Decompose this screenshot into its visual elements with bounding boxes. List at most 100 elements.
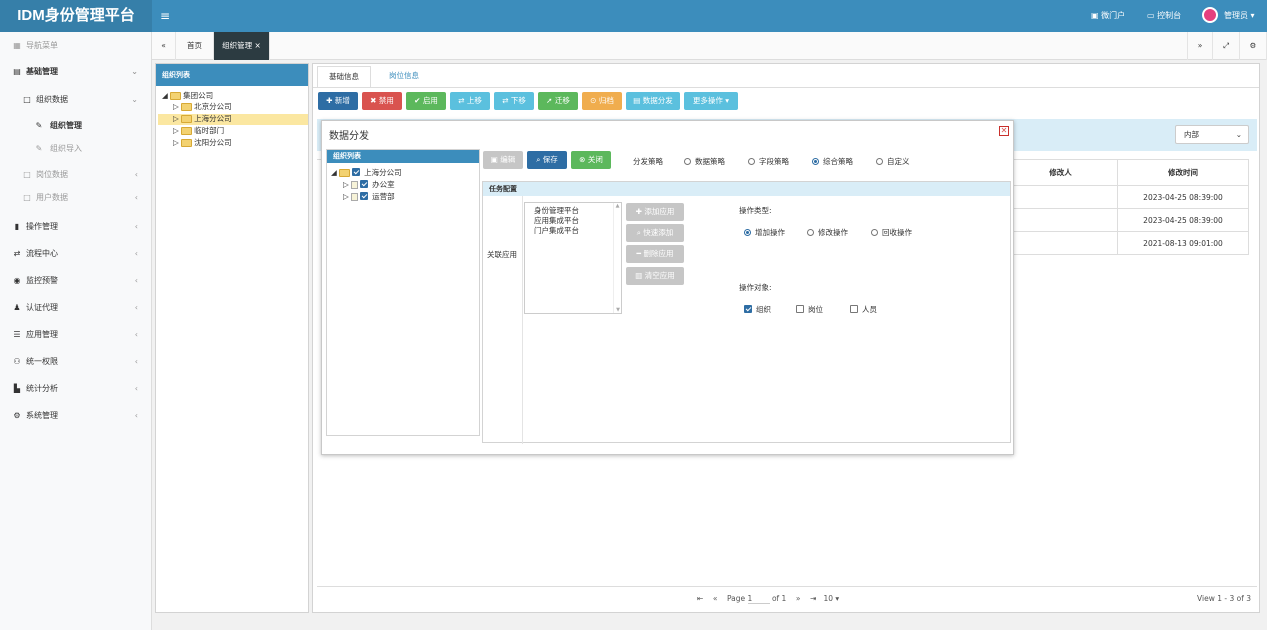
tree-node-root[interactable]: ◢ 上海分公司 (331, 168, 402, 178)
sidebar-item-org-import[interactable]: ✎ 组织导入 (0, 137, 152, 161)
folder-icon (181, 103, 193, 111)
sidebar-item-statistics[interactable]: ▙ 统计分析 ‹ (0, 377, 152, 401)
enable-button[interactable]: ✔ 启用 (406, 92, 446, 110)
sidebar-item-monitor[interactable]: ◉ 监控预警 ‹ (0, 269, 152, 293)
view-count: View 1 - 3 of 3 (1197, 594, 1251, 603)
sidebar-item-operation[interactable]: ▮ 操作管理 ‹ (0, 215, 152, 239)
fullscreen-icon[interactable]: ⤢ (1213, 32, 1240, 60)
sidebar-item-post-data[interactable]: □ 岗位数据 ‹ (0, 163, 152, 187)
sidebar-item-workflow[interactable]: ⇄ 流程中心 ‹ (0, 242, 152, 266)
delete-app-button[interactable]: ━ 删除应用 (626, 245, 684, 263)
sidebar-item-org-manage[interactable]: ✎ 组织管理 (0, 114, 152, 138)
table-cell: 2023-04-25 08:39:00 (1117, 186, 1249, 209)
page-size-select[interactable]: 10 ▾ (823, 594, 839, 603)
card-icon: ▤ (13, 67, 21, 76)
list-item[interactable]: 身份管理平台 (534, 206, 579, 216)
tab-basic-info[interactable]: 基础信息 (317, 66, 371, 88)
portal-icon: ▣ (1091, 11, 1099, 20)
list-item[interactable]: 门户集成平台 (534, 226, 579, 236)
brand-logo: IDM身份管理平台 (0, 0, 152, 32)
checkbox[interactable] (360, 192, 369, 200)
page-input[interactable]: 1 (747, 594, 770, 604)
next-page-icon[interactable]: » (796, 594, 801, 603)
avatar[interactable] (1202, 7, 1218, 23)
add-app-button[interactable]: ✚ 添加应用 (626, 203, 684, 221)
tab-post-info[interactable]: 岗位信息 (377, 66, 431, 88)
op-modify-radio[interactable]: 修改操作 (807, 227, 848, 238)
disable-button[interactable]: ✖ 禁用 (362, 92, 402, 110)
list-item[interactable]: 应用集成平台 (534, 216, 579, 226)
migrate-button[interactable]: ➚ 迁移 (538, 92, 578, 110)
tree-node[interactable]: ▷ 北京分公司 (173, 102, 232, 112)
task-config-section: 任务配置 关联应用 身份管理平台 应用集成平台 门户集成平台 ▲ ▼ ✚ 添加应用… (482, 181, 1011, 444)
last-page-icon[interactable]: ⇥ (810, 594, 816, 603)
add-button[interactable]: ✚ 新增 (318, 92, 358, 110)
close-icon[interactable]: ✕ (999, 126, 1009, 136)
sidebar: ▦ 导航菜单 ▤ 基础管理 ⌄ □ 组织数据 ⌄ ✎ 组织管理 ✎ 组织导入 □ 岗位数据 ‹ □… (0, 32, 152, 630)
column-header-modified-time[interactable]: 修改时间 (1117, 160, 1249, 186)
tab-home[interactable]: 首页 (176, 32, 214, 60)
tree-node[interactable]: ▷ 临时部门 (173, 126, 224, 136)
console-label: 控制台 (1157, 11, 1182, 20)
sidebar-item-org-data[interactable]: □ 组织数据 ⌄ (0, 88, 152, 112)
sidebar-item-system[interactable]: ⚙ 系统管理 ‹ (0, 404, 152, 428)
dialog-org-panel: 组织列表 ◢ 上海分公司 ▷ 办公室 ▷ 运营部 (326, 149, 480, 436)
table-cell: 2021-08-13 09:01:00 (1117, 232, 1249, 255)
clear-app-button[interactable]: ▥ 清空应用 (626, 267, 684, 285)
move-down-button[interactable]: ⇄ 下移 (494, 92, 534, 110)
filter-select[interactable]: 内部 ⌄ (1175, 125, 1249, 144)
move-up-button[interactable]: ⇄ 上移 (450, 92, 490, 110)
page-label: Page (726, 594, 746, 603)
strategy-custom-radio[interactable]: 自定义 (876, 156, 910, 167)
sidebar-item-basic[interactable]: ▤ 基础管理 ⌄ (0, 60, 152, 84)
book-icon: ▮ (14, 222, 20, 231)
tab-divider (313, 87, 1259, 88)
sidebar-item-auth-proxy[interactable]: ♟ 认证代理 ‹ (0, 296, 152, 320)
op-recycle-radio[interactable]: 回收操作 (871, 227, 912, 238)
folder-icon (181, 139, 193, 147)
tree-node-root[interactable]: ◢ 集团公司 (162, 91, 213, 101)
portal-link[interactable]: ▣ 微门户 (1091, 10, 1125, 21)
strategy-data-radio[interactable]: 数据策略 (684, 156, 725, 167)
quick-add-button[interactable]: ⌕ 快速添加 (626, 224, 684, 242)
edit-button[interactable]: ▣ 编辑 (483, 151, 523, 169)
op-add-radio[interactable]: 增加操作 (744, 227, 785, 238)
hamburger-icon[interactable]: ≡ (160, 9, 170, 23)
tree-node[interactable]: ▷ 办公室 (343, 180, 395, 190)
first-page-icon[interactable]: ⇤ (697, 594, 703, 603)
strategy-combined-radio[interactable]: 综合策略 (812, 156, 853, 167)
archive-button[interactable]: ⊙ 归档 (582, 92, 622, 110)
sidebar-item-user-data[interactable]: □ 用户数据 ‹ (0, 186, 152, 210)
data-distribute-button[interactable]: ▤ 数据分发 (626, 92, 680, 110)
column-header-modifier[interactable]: 修改人 (1003, 160, 1117, 186)
tab-org-manage[interactable]: 组织管理 × (214, 32, 270, 60)
tab-scroll-left-icon[interactable]: « (152, 32, 176, 60)
tree-node-selected[interactable]: ▷ 上海分公司 (173, 114, 232, 124)
tree-node[interactable]: ▷ 沈阳分公司 (173, 138, 232, 148)
checkbox[interactable] (352, 168, 361, 176)
dialog-close-button[interactable]: ⊗ 关闭 (571, 151, 611, 169)
pager-divider (317, 586, 1257, 587)
more-actions-button[interactable]: 更多操作 ▾ (684, 92, 738, 110)
chart-icon: ▙ (13, 384, 21, 393)
checkbox[interactable] (360, 180, 369, 188)
target-org-checkbox[interactable]: 组织 (744, 304, 771, 315)
strategy-field-radio[interactable]: 字段策略 (748, 156, 789, 167)
sidebar-item-permission[interactable]: ⚇ 统一权限 ‹ (0, 350, 152, 374)
close-icon[interactable]: × (255, 41, 261, 50)
prev-page-icon[interactable]: « (713, 594, 718, 603)
user-menu[interactable]: 管理员 ▾ (1224, 10, 1255, 21)
gear-icon[interactable]: ⚙ (1240, 32, 1267, 60)
console-link[interactable]: ▭ 控制台 (1147, 10, 1181, 21)
tab-scroll-right-icon[interactable]: » (1187, 32, 1213, 60)
tree-node[interactable]: ▷ 运营部 (343, 192, 395, 202)
table-cell (1003, 232, 1117, 255)
save-button[interactable]: ⌕ 保存 (527, 151, 567, 169)
sidebar-item-app-manage[interactable]: ☰ 应用管理 ‹ (0, 323, 152, 347)
table-cell: 2023-04-25 08:39:00 (1117, 209, 1249, 232)
app-listbox[interactable]: 身份管理平台 应用集成平台 门户集成平台 ▲ ▼ (524, 202, 622, 314)
target-post-checkbox[interactable]: 岗位 (796, 304, 823, 315)
target-person-checkbox[interactable]: 人员 (850, 304, 877, 315)
scrollbar[interactable]: ▲ ▼ (613, 203, 621, 313)
monitor-icon: ▭ (1147, 11, 1155, 20)
